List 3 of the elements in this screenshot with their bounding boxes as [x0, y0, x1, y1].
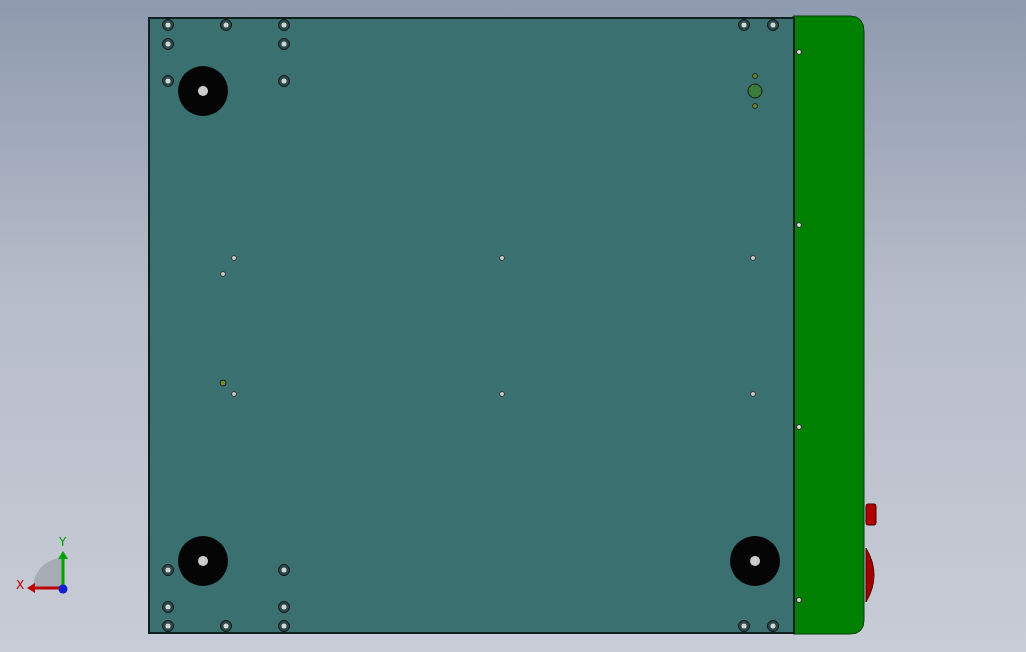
y-axis-label: Y: [59, 535, 67, 549]
x-axis-label: X: [16, 578, 25, 592]
axis-triad-drawing: [27, 551, 68, 594]
